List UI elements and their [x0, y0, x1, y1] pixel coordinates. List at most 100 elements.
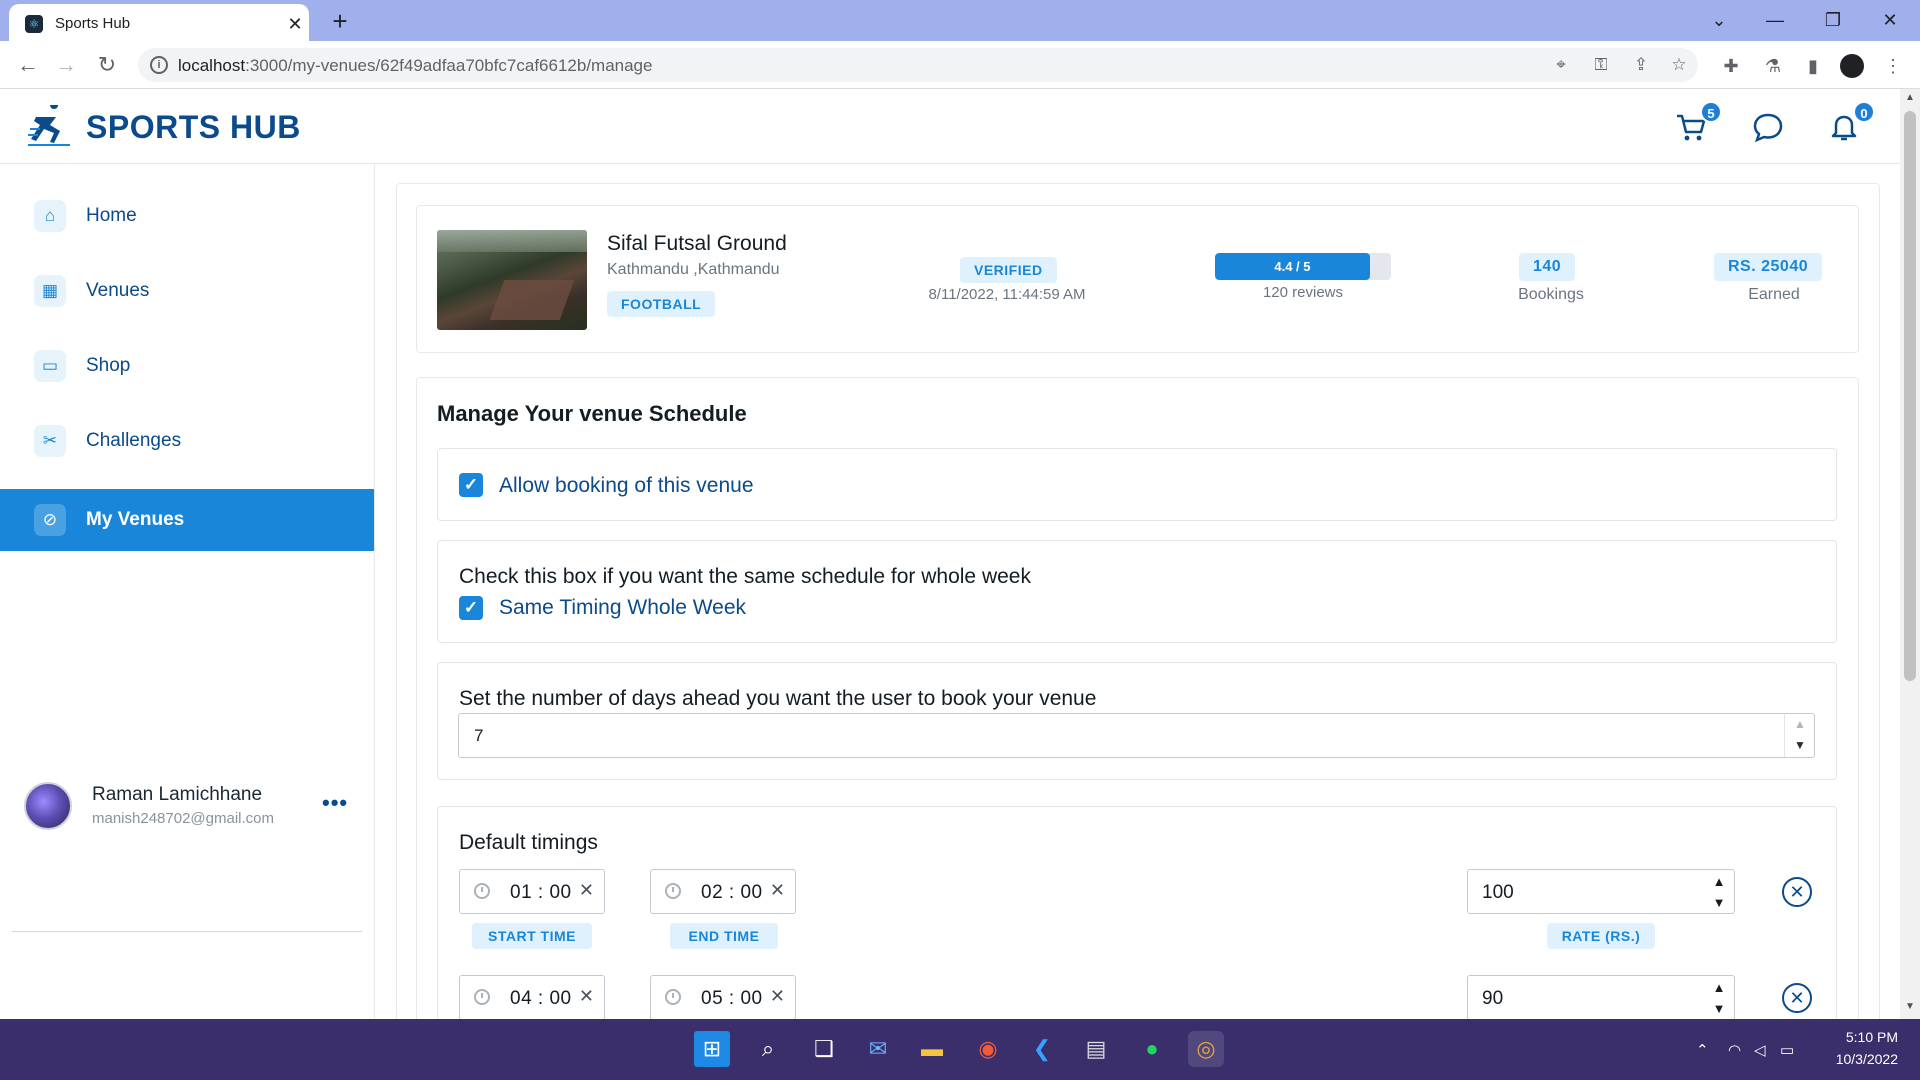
- rate-input[interactable]: 100 ▲ ▼: [1467, 869, 1735, 914]
- rate-label: RATE (RS.): [1547, 923, 1655, 949]
- file-explorer-icon[interactable]: ▬: [914, 1031, 950, 1067]
- remove-slot-button[interactable]: ✕: [1782, 877, 1812, 907]
- chrome-dev-icon[interactable]: ◎: [1188, 1031, 1224, 1067]
- reload-button[interactable]: ↻: [93, 51, 121, 79]
- flask-icon[interactable]: ⚗: [1760, 53, 1786, 79]
- windows-start-icon[interactable]: ⊞: [694, 1031, 730, 1067]
- volume-icon[interactable]: ◁: [1754, 1041, 1766, 1059]
- wifi-icon[interactable]: ◠: [1728, 1041, 1741, 1059]
- more-options-icon[interactable]: •••: [322, 790, 348, 816]
- sidebar-item-home[interactable]: ⌂ Home: [0, 185, 374, 247]
- rate-stepper[interactable]: ▲ ▼: [1704, 976, 1734, 1019]
- browser-tabstrip: ⚛ Sports Hub ✕ + ⌄ — ❐ ✕: [0, 0, 1920, 41]
- browser-tab[interactable]: ⚛ Sports Hub ✕: [9, 4, 309, 41]
- close-window-button[interactable]: ✕: [1875, 6, 1905, 34]
- cart-button[interactable]: 5: [1674, 101, 1722, 143]
- start-time-label: START TIME: [472, 923, 592, 949]
- venue-image: [437, 230, 587, 330]
- avatar[interactable]: [24, 782, 72, 830]
- sidebar: ⌂ Home ▦ Venues ▭ Shop ✂ Challenges ⊘ My…: [0, 164, 375, 1019]
- battery-icon[interactable]: ▭: [1780, 1041, 1794, 1059]
- tab-title: Sports Hub: [55, 15, 131, 32]
- stepper-down-icon[interactable]: ▼: [1704, 998, 1734, 1019]
- days-ahead-stepper[interactable]: ▲ ▼: [1784, 714, 1814, 757]
- cart-count-badge: 5: [1700, 101, 1722, 123]
- task-view-icon[interactable]: ❑: [806, 1031, 842, 1067]
- rating-bar: 4.4 / 5: [1215, 253, 1391, 280]
- start-time-input[interactable]: 04 : 00 ✕: [459, 975, 605, 1020]
- mail-icon[interactable]: ✉: [860, 1031, 896, 1067]
- restore-button[interactable]: ❐: [1818, 6, 1848, 34]
- remove-slot-button[interactable]: ✕: [1782, 983, 1812, 1013]
- allow-booking-label[interactable]: Allow booking of this venue: [499, 474, 754, 498]
- chat-button[interactable]: [1751, 111, 1785, 143]
- allow-booking-checkbox[interactable]: ✓: [459, 473, 483, 497]
- same-week-checkbox[interactable]: ✓: [459, 596, 483, 620]
- key-icon[interactable]: ⚿: [1590, 54, 1612, 76]
- sidebar-item-my-venues[interactable]: ⊘ My Venues: [0, 489, 374, 551]
- sidebar-item-venues[interactable]: ▦ Venues: [0, 260, 374, 322]
- share-icon[interactable]: ⇪: [1630, 54, 1652, 76]
- days-ahead-heading: Set the number of days ahead you want th…: [459, 687, 1097, 710]
- side-panel-icon[interactable]: ▮: [1800, 53, 1826, 79]
- notifications-button[interactable]: 0: [1827, 101, 1875, 143]
- vscode-icon[interactable]: ❮: [1024, 1031, 1060, 1067]
- user-name: Raman Lamichhane: [92, 784, 263, 805]
- address-bar[interactable]: i localhost:3000/my-venues/62f49adfaa70b…: [138, 48, 1698, 82]
- url-text[interactable]: localhost:3000/my-venues/62f49adfaa70bfc…: [178, 56, 652, 76]
- rate-value: 90: [1482, 988, 1504, 1009]
- react-favicon-icon: ⚛: [25, 15, 43, 33]
- stepper-down-icon[interactable]: ▼: [1704, 892, 1734, 913]
- scroll-thumb[interactable]: [1904, 111, 1916, 681]
- clear-time-icon[interactable]: ✕: [770, 880, 785, 901]
- search-icon[interactable]: ⌕: [750, 1031, 786, 1067]
- rate-stepper[interactable]: ▲ ▼: [1704, 870, 1734, 913]
- taskbar-time[interactable]: 5:10 PM: [1828, 1029, 1898, 1045]
- sidebar-item-challenges[interactable]: ✂ Challenges: [0, 410, 374, 472]
- brand-logo-text[interactable]: SPORTS HUB: [86, 109, 301, 146]
- taskbar-date[interactable]: 10/3/2022: [1818, 1051, 1898, 1067]
- profile-avatar-icon[interactable]: [1840, 54, 1864, 78]
- sidebar-item-shop[interactable]: ▭ Shop: [0, 335, 374, 397]
- tab-search-icon[interactable]: ⌄: [1704, 6, 1734, 34]
- sidebar-item-label: My Venues: [86, 509, 185, 530]
- browser-menu-icon[interactable]: ⋮: [1880, 53, 1906, 79]
- chrome-icon[interactable]: ◉: [970, 1031, 1006, 1067]
- stepper-down-icon[interactable]: ▼: [1785, 735, 1815, 756]
- sidebar-item-label: Home: [86, 205, 137, 226]
- clear-time-icon[interactable]: ✕: [579, 880, 594, 901]
- stepper-up-icon[interactable]: ▲: [1785, 714, 1815, 735]
- location-pin-icon[interactable]: ⌖: [1550, 54, 1572, 76]
- start-time-input[interactable]: 01 : 00 ✕: [459, 869, 605, 914]
- back-button[interactable]: ←: [14, 51, 42, 79]
- forward-button[interactable]: →: [52, 51, 80, 79]
- site-info-icon[interactable]: i: [150, 56, 168, 74]
- extensions-icon[interactable]: ✚: [1718, 53, 1744, 79]
- stepper-up-icon[interactable]: ▲: [1704, 977, 1734, 998]
- url-path: :3000/my-venues/62f49adfaa70bfc7caf6612b…: [245, 56, 653, 75]
- scroll-down-icon[interactable]: ▼: [1904, 1001, 1916, 1013]
- end-time-input[interactable]: 02 : 00 ✕: [650, 869, 796, 914]
- scroll-up-icon[interactable]: ▲: [1904, 92, 1916, 104]
- stepper-up-icon[interactable]: ▲: [1704, 871, 1734, 892]
- clear-time-icon[interactable]: ✕: [770, 986, 785, 1007]
- terminal-icon[interactable]: ▤: [1078, 1031, 1114, 1067]
- start-time-value: 04 : 00: [510, 988, 572, 1009]
- rate-input[interactable]: 90 ▲ ▼: [1467, 975, 1735, 1020]
- home-icon: ⌂: [34, 200, 66, 232]
- sport-badge: FOOTBALL: [607, 291, 716, 317]
- days-ahead-input[interactable]: 7 ▲ ▼: [458, 713, 1815, 758]
- sidebar-divider: [12, 931, 362, 932]
- spotify-icon[interactable]: ●: [1134, 1031, 1170, 1067]
- venue-location: Kathmandu ,Kathmandu: [607, 261, 780, 278]
- same-week-label[interactable]: Same Timing Whole Week: [499, 596, 746, 620]
- tray-chevron-icon[interactable]: ⌃: [1696, 1041, 1709, 1059]
- tab-close-icon[interactable]: ✕: [284, 13, 306, 35]
- clear-time-icon[interactable]: ✕: [579, 986, 594, 1007]
- end-time-input[interactable]: 05 : 00 ✕: [650, 975, 796, 1020]
- new-tab-button[interactable]: +: [325, 7, 355, 35]
- minimize-button[interactable]: —: [1760, 6, 1790, 34]
- page-scrollbar[interactable]: ▲ ▼: [1900, 89, 1920, 1019]
- bookmark-star-icon[interactable]: ☆: [1668, 54, 1690, 76]
- end-time-value: 02 : 00: [701, 882, 763, 903]
